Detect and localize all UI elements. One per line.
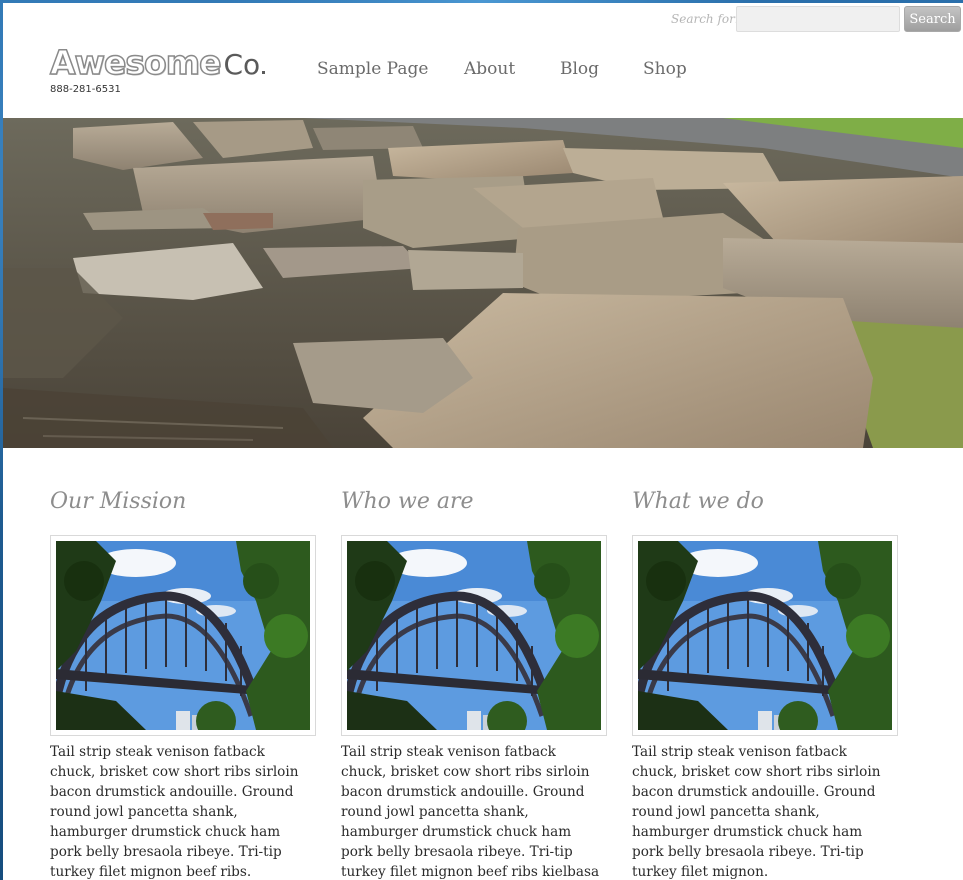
search-button[interactable]: Search — [904, 6, 961, 32]
search-input[interactable] — [736, 6, 900, 32]
column-our-mission: Our Mission Tail strip steak venison fat… — [50, 489, 316, 880]
nav-item-shop[interactable]: Shop — [643, 59, 687, 79]
logo-dot — [262, 71, 266, 74]
column-title: Our Mission — [50, 489, 187, 514]
column-title: What we do — [632, 489, 764, 514]
hero-image — [3, 118, 963, 448]
column-what-we-do: What we do Tail strip steak venison fatb… — [632, 489, 898, 880]
logo-co: Co — [223, 48, 261, 81]
column-text: Tail strip steak venison fatback chuck, … — [632, 744, 881, 880]
logo-wordmark: Awesome — [49, 42, 222, 83]
nav-item-about[interactable]: About — [464, 59, 515, 79]
column-text: Tail strip steak venison fatback chuck, … — [50, 744, 299, 880]
column-who-we-are: Who we are Tail strip steak venison fatb… — [341, 489, 607, 880]
nav-item-sample-page[interactable]: Sample Page — [317, 59, 428, 79]
site-logo[interactable]: Awesome Co — [49, 42, 266, 83]
column-text: Tail strip steak venison fatback chuck, … — [341, 744, 600, 880]
page-container: Search for: Search Awesome Co 888-281-65… — [3, 3, 963, 880]
column-title: Who we are — [341, 489, 474, 514]
bridge-image — [341, 535, 607, 736]
bridge-image — [50, 535, 316, 736]
nav-item-blog[interactable]: Blog — [560, 59, 599, 79]
bridge-image — [632, 535, 898, 736]
search-label: Search for: — [671, 12, 739, 26]
phone-number: 888-281-6531 — [50, 84, 121, 95]
